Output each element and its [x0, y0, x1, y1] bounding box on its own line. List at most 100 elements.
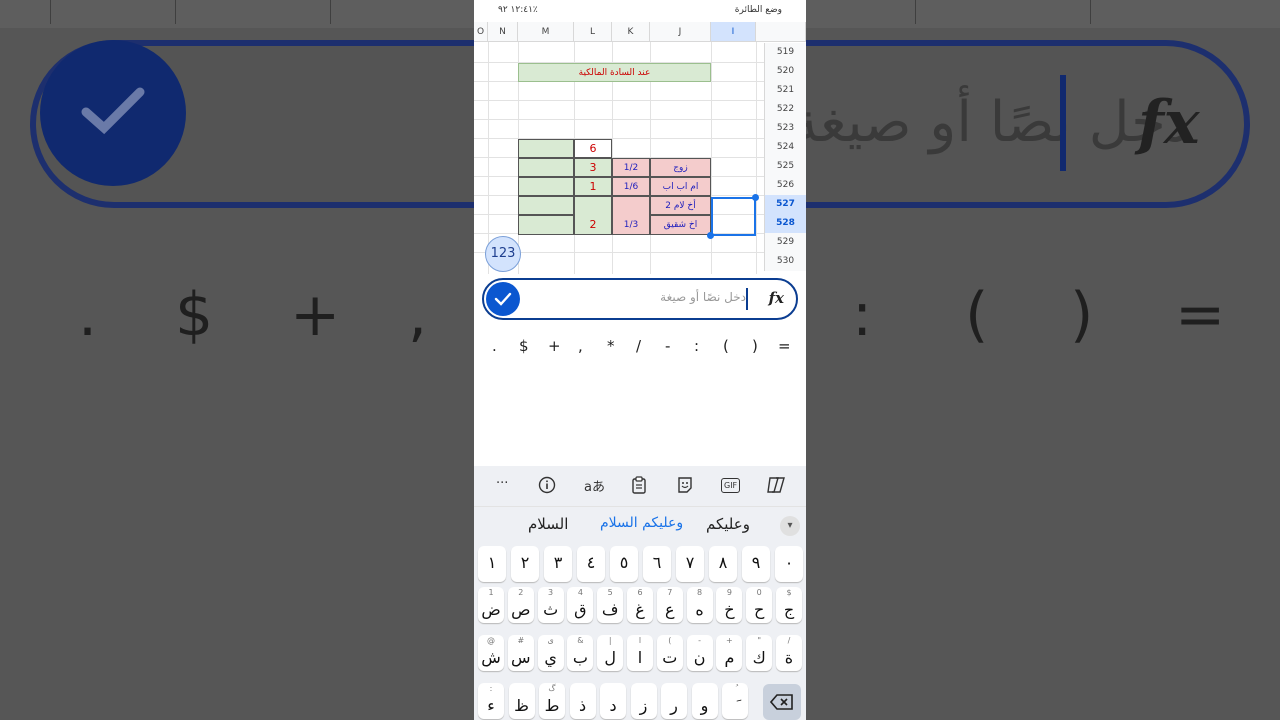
- gif-icon[interactable]: GIF: [721, 478, 741, 493]
- row-header[interactable]: 527: [764, 195, 806, 214]
- key[interactable]: 4ق: [567, 587, 594, 623]
- cell-selection[interactable]: [711, 197, 756, 236]
- cell-k527-k528[interactable]: 1/3: [612, 196, 650, 235]
- cell-m524[interactable]: [518, 139, 574, 158]
- selection-handle-top[interactable]: [752, 194, 759, 201]
- suggestion-right[interactable]: وعليكم: [706, 515, 750, 533]
- key[interactable]: 2ص: [507, 587, 534, 623]
- key[interactable]: $ ج: [776, 587, 802, 623]
- key[interactable]: َُ: [722, 683, 748, 719]
- key[interactable]: و: [691, 683, 718, 719]
- key[interactable]: -ن: [686, 635, 713, 671]
- key[interactable]: " ك: [746, 635, 773, 671]
- column-header-j[interactable]: J: [650, 22, 711, 42]
- row-header[interactable]: 528: [764, 214, 806, 233]
- cell-k525[interactable]: 1/2: [612, 158, 650, 177]
- key[interactable]: ر: [661, 683, 687, 719]
- symbol-key[interactable]: (: [723, 337, 729, 355]
- cell-m528[interactable]: [518, 215, 574, 235]
- key[interactable]: 8ه: [686, 587, 713, 623]
- cell-m525[interactable]: [518, 158, 574, 177]
- symbol-key[interactable]: -: [665, 337, 670, 355]
- column-header-l[interactable]: L: [574, 22, 612, 42]
- symbol-key[interactable]: /: [636, 337, 641, 355]
- confirm-check-icon[interactable]: [486, 282, 520, 316]
- key[interactable]: ٠: [775, 546, 803, 582]
- translate-icon[interactable]: aあ: [584, 476, 605, 495]
- key[interactable]: | ل: [597, 635, 624, 671]
- key[interactable]: ذ: [569, 683, 596, 719]
- key[interactable]: اا: [627, 635, 653, 671]
- key[interactable]: ٦: [643, 546, 671, 582]
- backspace-key[interactable]: [763, 684, 801, 720]
- selection-handle-bottom[interactable]: [707, 232, 714, 239]
- more-icon[interactable]: ···: [496, 476, 508, 491]
- cell-j527[interactable]: 2 أخ لام: [650, 196, 711, 215]
- cell-m526[interactable]: [518, 177, 574, 196]
- column-header-i[interactable]: I: [711, 22, 756, 42]
- row-header[interactable]: 522: [764, 100, 806, 119]
- symbol-key[interactable]: ): [752, 337, 758, 355]
- symbol-key[interactable]: $: [519, 337, 529, 355]
- key[interactable]: ٧: [676, 546, 704, 582]
- key[interactable]: # س: [507, 635, 534, 671]
- key[interactable]: 1ض: [478, 587, 504, 623]
- column-header-n[interactable]: N: [488, 22, 518, 42]
- symbol-key[interactable]: =: [778, 337, 791, 355]
- suggestion-middle[interactable]: وعليكم السلام: [600, 515, 683, 531]
- key[interactable]: ٢: [511, 546, 539, 582]
- symbol-key[interactable]: +: [548, 337, 561, 355]
- row-header[interactable]: 526: [764, 176, 806, 195]
- spreadsheet-grid[interactable]: O N M L K J I 519 520 521 522 523 524 52…: [474, 22, 806, 274]
- row-header[interactable]: 524: [764, 138, 806, 157]
- cell-j526[interactable]: ام اب اب: [650, 177, 711, 196]
- formula-input[interactable]: دخل نصًا أو صيغة: [660, 290, 746, 304]
- chevron-down-icon[interactable]: ▾: [780, 516, 800, 536]
- key[interactable]: 9خ: [716, 587, 743, 623]
- row-header[interactable]: 520: [764, 62, 806, 81]
- symbol-key[interactable]: ,: [578, 337, 583, 355]
- key[interactable]: 3ث: [537, 587, 564, 623]
- cell-l527-l528[interactable]: 2: [574, 196, 612, 235]
- key[interactable]: ٣: [544, 546, 572, 582]
- key[interactable]: ز: [630, 683, 657, 719]
- cell-l525[interactable]: 3: [574, 158, 612, 177]
- sticker-icon[interactable]: [676, 476, 694, 498]
- row-header[interactable]: 530: [764, 252, 806, 271]
- key[interactable]: گط: [539, 683, 565, 719]
- key[interactable]: ٩: [742, 546, 770, 582]
- key[interactable]: + م: [716, 635, 743, 671]
- cell-j528[interactable]: اخ شقيق: [650, 215, 711, 235]
- key[interactable]: ٨: [709, 546, 737, 582]
- suggestion-left[interactable]: السلام: [528, 515, 568, 533]
- cell-j525[interactable]: زوج: [650, 158, 711, 177]
- key[interactable]: ٥: [610, 546, 638, 582]
- key[interactable]: ىي: [537, 635, 564, 671]
- key[interactable]: & ب: [567, 635, 594, 671]
- row-header[interactable]: 529: [764, 233, 806, 252]
- key[interactable]: ٤: [577, 546, 605, 582]
- number-format-button[interactable]: 123: [485, 236, 521, 272]
- key[interactable]: ١: [478, 546, 506, 582]
- key[interactable]: 6غ: [627, 587, 653, 623]
- row-header[interactable]: 523: [764, 119, 806, 138]
- cell-m527[interactable]: [518, 196, 574, 215]
- key[interactable]: @ ش: [478, 635, 504, 671]
- info-icon[interactable]: [538, 476, 556, 498]
- column-header-m[interactable]: M: [518, 22, 574, 42]
- key[interactable]: (ت: [656, 635, 683, 671]
- key[interactable]: 5ف: [597, 587, 624, 623]
- cell-l524[interactable]: 6: [574, 139, 612, 158]
- key[interactable]: / ة: [776, 635, 802, 671]
- row-header[interactable]: 519: [764, 43, 806, 62]
- row-header[interactable]: 525: [764, 157, 806, 176]
- column-header-o[interactable]: O: [474, 22, 488, 42]
- clipboard-icon[interactable]: [631, 476, 647, 498]
- symbol-key[interactable]: *: [607, 337, 615, 355]
- cell-m520[interactable]: عند السادة المالكية: [518, 63, 711, 82]
- copilot-icon[interactable]: [766, 476, 786, 498]
- row-header[interactable]: 521: [764, 81, 806, 100]
- symbol-key[interactable]: .: [492, 337, 497, 355]
- key[interactable]: 7ع: [656, 587, 683, 623]
- formula-bar[interactable]: دخل نصًا أو صيغة fx: [482, 278, 798, 320]
